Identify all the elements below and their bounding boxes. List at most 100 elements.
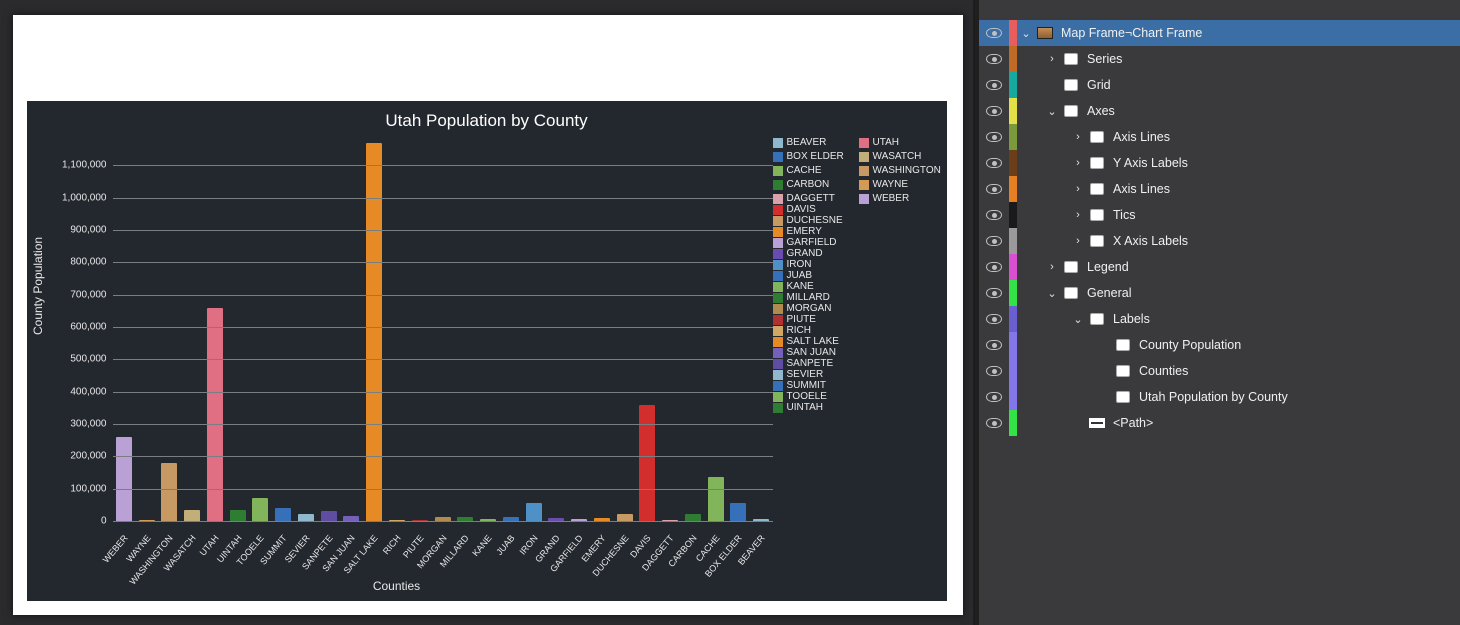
eye-icon xyxy=(986,184,1002,194)
bar[interactable] xyxy=(116,437,132,521)
visibility-toggle[interactable] xyxy=(979,54,1009,64)
chevron-right-icon[interactable]: › xyxy=(1069,183,1087,195)
visibility-toggle[interactable] xyxy=(979,314,1009,324)
tree-row[interactable]: Utah Population by County xyxy=(979,384,1460,410)
y-tick-label: 400,000 xyxy=(53,386,107,397)
tree-row[interactable]: Counties xyxy=(979,358,1460,384)
legend-label: UINTAH xyxy=(787,402,823,413)
tree-row[interactable]: ›Series xyxy=(979,46,1460,72)
legend-label: DUCHESNE xyxy=(787,215,843,226)
square-icon xyxy=(1087,181,1107,197)
visibility-toggle[interactable] xyxy=(979,210,1009,220)
tree-label: Axis Lines xyxy=(1107,130,1170,144)
grid-line xyxy=(113,489,773,490)
tree-row[interactable]: › Axis Lines xyxy=(979,124,1460,150)
bar[interactable] xyxy=(161,463,177,521)
tree-row[interactable]: <Path> xyxy=(979,410,1460,436)
legend-swatch-icon xyxy=(773,152,783,162)
layer-color-swatch xyxy=(1009,228,1017,254)
visibility-toggle[interactable] xyxy=(979,80,1009,90)
chevron-right-icon[interactable]: › xyxy=(1069,235,1087,247)
legend-item: DAVIS xyxy=(773,204,941,215)
tree-row[interactable]: Grid xyxy=(979,72,1460,98)
eye-icon xyxy=(986,418,1002,428)
chevron-down-icon[interactable]: ⌄ xyxy=(1043,287,1061,300)
visibility-toggle[interactable] xyxy=(979,184,1009,194)
bar[interactable] xyxy=(275,508,291,521)
tree-label: Axes xyxy=(1081,104,1115,118)
legend-swatch-icon xyxy=(773,348,783,358)
layer-color-swatch xyxy=(1009,332,1017,358)
y-tick-label: 800,000 xyxy=(53,257,107,268)
tree-row[interactable]: ›Tics xyxy=(979,202,1460,228)
tree-row[interactable]: › Legend xyxy=(979,254,1460,280)
legend-swatch-icon xyxy=(773,326,783,336)
square-icon xyxy=(1113,389,1133,405)
legend-label: DAVIS xyxy=(787,204,816,215)
document-area[interactable]: Utah Population by County County Populat… xyxy=(0,0,975,625)
visibility-toggle[interactable] xyxy=(979,106,1009,116)
chart-frame[interactable]: Utah Population by County County Populat… xyxy=(27,101,947,601)
x-tick-label: RICH xyxy=(381,533,403,556)
legend-label: IRON xyxy=(787,259,812,270)
y-tick-label: 600,000 xyxy=(53,321,107,332)
tree-row[interactable]: ⌄Labels xyxy=(979,306,1460,332)
bar[interactable] xyxy=(730,503,746,521)
tree-row[interactable]: ›Y Axis Labels xyxy=(979,150,1460,176)
legend-item: CACHE xyxy=(773,165,851,176)
visibility-toggle[interactable] xyxy=(979,340,1009,350)
tree-label: <Path> xyxy=(1107,416,1153,430)
legend-label: CACHE xyxy=(787,165,822,176)
visibility-toggle[interactable] xyxy=(979,236,1009,246)
visibility-toggle[interactable] xyxy=(979,132,1009,142)
bar[interactable] xyxy=(298,514,314,521)
tree-row[interactable]: ⌄General xyxy=(979,280,1460,306)
legend-item: UINTAH xyxy=(773,402,941,413)
grid-line xyxy=(113,165,773,166)
chevron-right-icon[interactable]: › xyxy=(1069,209,1087,221)
visibility-toggle[interactable] xyxy=(979,28,1009,38)
legend-swatch-icon xyxy=(859,180,869,190)
contents-panel[interactable]: ⌄Map Frame¬Chart Frame›SeriesGrid⌄Axes›A… xyxy=(975,0,1460,625)
chevron-right-icon[interactable]: › xyxy=(1069,157,1087,169)
visibility-toggle[interactable] xyxy=(979,288,1009,298)
tree-row[interactable]: ›Axis Lines xyxy=(979,176,1460,202)
legend-label: WEBER xyxy=(873,193,910,204)
legend-swatch-icon xyxy=(773,180,783,190)
bar[interactable] xyxy=(526,503,542,521)
tree-row[interactable]: County Population xyxy=(979,332,1460,358)
bar[interactable] xyxy=(321,511,337,521)
legend-label: CARBON xyxy=(787,179,830,190)
tree-row[interactable]: ›X Axis Labels xyxy=(979,228,1460,254)
legend-label: SALT LAKE xyxy=(787,336,839,347)
tree-label: Legend xyxy=(1081,260,1129,274)
bar[interactable] xyxy=(708,477,724,521)
chevron-down-icon[interactable]: ⌄ xyxy=(1017,27,1035,40)
chevron-down-icon[interactable]: ⌄ xyxy=(1069,313,1087,326)
legend-swatch-icon xyxy=(773,304,783,314)
visibility-toggle[interactable] xyxy=(979,366,1009,376)
eye-icon xyxy=(986,288,1002,298)
tree-row[interactable]: ⌄ Axes xyxy=(979,98,1460,124)
visibility-toggle[interactable] xyxy=(979,158,1009,168)
bar[interactable] xyxy=(685,514,701,521)
chevron-right-icon[interactable]: › xyxy=(1069,131,1087,143)
layer-color-swatch xyxy=(1009,410,1017,436)
legend-label: SUMMIT xyxy=(787,380,826,391)
visibility-toggle[interactable] xyxy=(979,392,1009,402)
bar[interactable] xyxy=(230,510,246,521)
chevron-right-icon[interactable]: › xyxy=(1043,261,1061,273)
bar[interactable] xyxy=(617,514,633,521)
chevron-down-icon[interactable]: ⌄ xyxy=(1043,105,1061,118)
chevron-right-icon[interactable]: › xyxy=(1043,53,1061,65)
visibility-toggle[interactable] xyxy=(979,418,1009,428)
grid-line xyxy=(113,230,773,231)
bar[interactable] xyxy=(184,510,200,521)
y-tick-label: 700,000 xyxy=(53,289,107,300)
bar[interactable] xyxy=(639,405,655,521)
visibility-toggle[interactable] xyxy=(979,262,1009,272)
legend-item: JUAB xyxy=(773,270,941,281)
tree-row[interactable]: ⌄Map Frame¬Chart Frame xyxy=(979,20,1460,46)
bar[interactable] xyxy=(252,498,268,521)
bar[interactable] xyxy=(366,143,382,521)
